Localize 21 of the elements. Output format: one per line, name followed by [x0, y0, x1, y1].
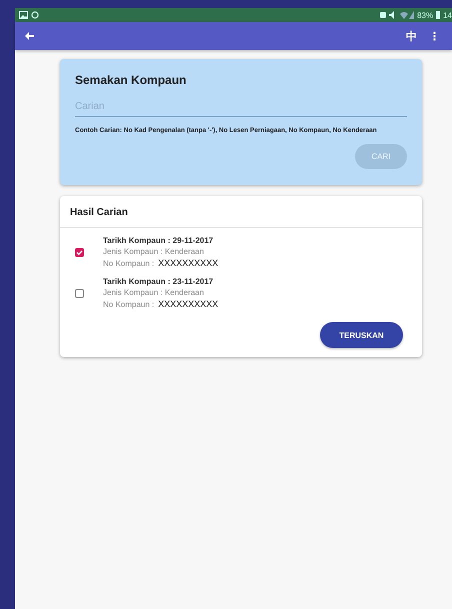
- language-button[interactable]: 中: [400, 28, 423, 44]
- card-title: Hasil Carian: [60, 196, 422, 228]
- battery-level: 83%: [417, 10, 434, 20]
- compound-number: XXXXXXXXXX: [158, 258, 218, 268]
- compound-date: Tarikh Kompaun : 23-11-2017: [103, 277, 214, 286]
- back-arrow-icon[interactable]: [25, 31, 35, 41]
- compound-date: Tarikh Kompaun : 29-11-2017: [103, 236, 214, 245]
- compound-type: Jenis Kompaun : Kenderaan: [103, 247, 205, 256]
- battery-icon: [436, 11, 440, 19]
- checkbox[interactable]: [75, 248, 84, 256]
- compound-number-label: No Kompaun :: [103, 259, 154, 268]
- checkbox[interactable]: [75, 288, 84, 298]
- compound-number: XXXXXXXXXX: [158, 299, 218, 309]
- menu-button[interactable]: ⋮: [423, 30, 446, 42]
- continue-button[interactable]: TERUSKAN: [320, 322, 403, 348]
- clock: 14: [443, 10, 452, 20]
- card-title: Semakan Kompaun: [75, 73, 188, 87]
- image-icon: [19, 11, 28, 19]
- compound-number-label: No Kompaun :: [103, 300, 154, 309]
- compound-type: Jenis Kompaun : Kenderaan: [103, 288, 205, 297]
- wifi-signal-icon: [400, 11, 414, 19]
